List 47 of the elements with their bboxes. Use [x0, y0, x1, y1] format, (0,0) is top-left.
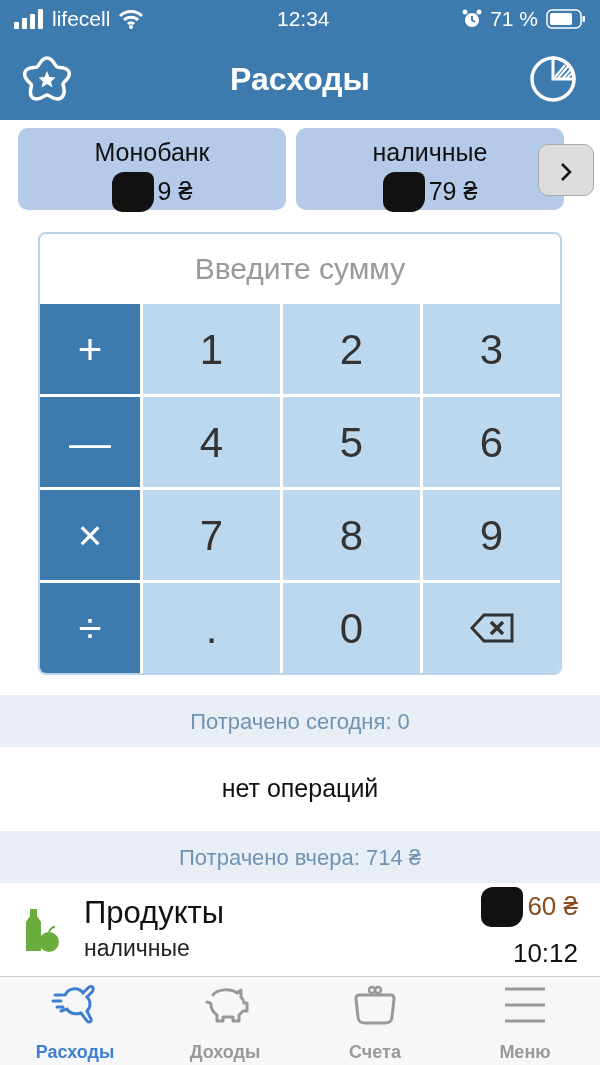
account-balance: 9 ₴ — [157, 175, 193, 207]
backspace-key[interactable] — [423, 583, 560, 673]
bottle-apple-icon — [24, 906, 60, 953]
account-name: наличные — [371, 137, 489, 168]
account-card[interactable]: Монобанк 9 ₴ — [18, 128, 286, 210]
operation-amount: 60 ₴ — [527, 890, 578, 923]
category-name: Продукты — [84, 893, 226, 931]
redaction-mark — [111, 171, 154, 212]
account-name: Монобанк — [93, 137, 211, 168]
chevron-right-icon — [559, 160, 573, 183]
account-name: наличные — [84, 933, 191, 963]
operator-key[interactable]: — — [40, 397, 140, 487]
wifi-icon — [118, 9, 145, 29]
empty-message: нет операций — [221, 773, 379, 805]
account-balance: 79 ₴ — [428, 175, 478, 207]
account-card[interactable]: наличные 79 ₴ — [296, 128, 564, 210]
signal-icon — [14, 9, 44, 29]
redaction-mark — [481, 886, 524, 927]
digit-key[interactable]: 5 — [283, 397, 420, 487]
digit-key[interactable]: 6 — [423, 397, 560, 487]
digit-key[interactable]: 2 — [283, 304, 420, 394]
digit-key[interactable]: 7 — [143, 490, 280, 580]
star-badge-icon[interactable] — [22, 54, 72, 104]
tab-item[interactable]: Расходы — [0, 977, 150, 1065]
next-button[interactable] — [538, 144, 594, 196]
digit-key[interactable]: . — [143, 583, 280, 673]
operation-time: 10:12 — [511, 936, 578, 970]
digit-key[interactable]: 9 — [423, 490, 560, 580]
battery-icon — [546, 9, 586, 29]
carrier-name: lifecell — [52, 6, 111, 33]
battery-percent: 71 % — [490, 6, 538, 33]
alarm-icon — [462, 9, 483, 29]
digit-key[interactable]: 4 — [143, 397, 280, 487]
digit-key[interactable]: 1 — [143, 304, 280, 394]
digit-key[interactable]: 0 — [283, 583, 420, 673]
section-heading: Потрачено сегодня: 0 — [190, 707, 410, 736]
pie-chart-icon[interactable] — [528, 54, 578, 104]
operator-key[interactable]: + — [40, 304, 140, 394]
operator-key[interactable]: × — [40, 490, 140, 580]
digit-key[interactable]: 3 — [423, 304, 560, 394]
clock-time: 12:34 — [275, 6, 331, 33]
operator-key[interactable]: ÷ — [40, 583, 140, 673]
backspace-icon — [469, 613, 514, 643]
section-heading: Потрачено вчера: 714 ₴ — [179, 843, 421, 872]
screen-title: Расходы — [230, 59, 370, 99]
redaction-mark — [382, 171, 425, 212]
digit-key[interactable]: 8 — [283, 490, 420, 580]
